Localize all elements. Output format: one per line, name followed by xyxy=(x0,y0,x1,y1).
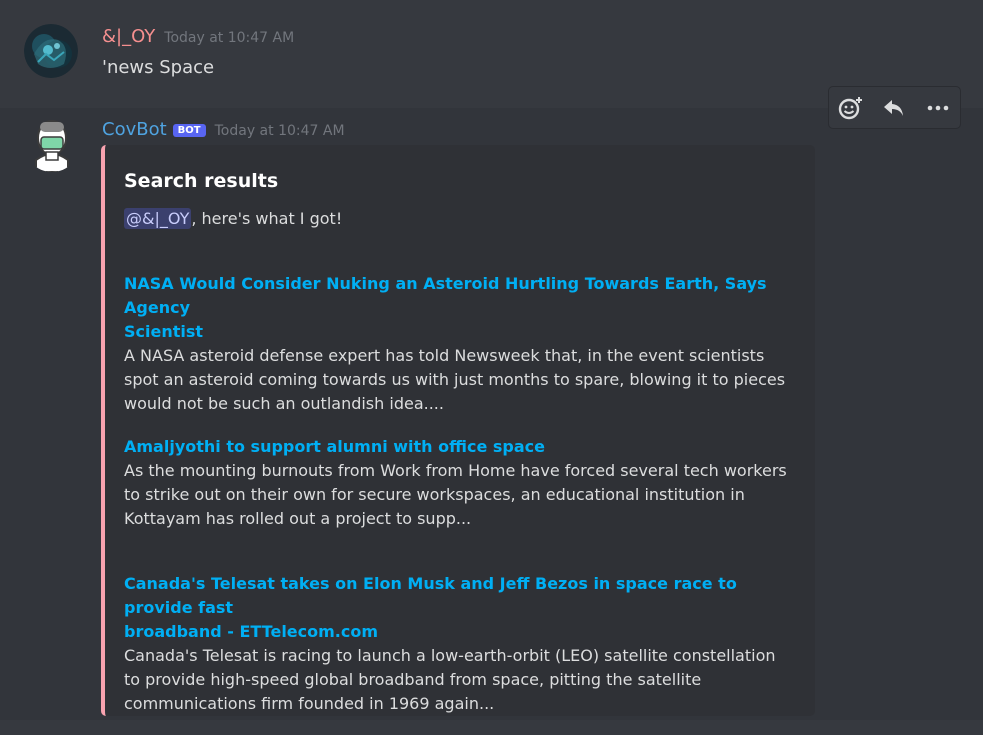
result-summary-line: communications firm founded in 1969 agai… xyxy=(124,694,495,713)
embed-title: Search results xyxy=(124,170,279,192)
result-summary-line: would not be such an outlandish idea.... xyxy=(124,394,444,413)
result-title-link[interactable]: NASA Would Consider Nuking an Asteroid H… xyxy=(124,272,804,344)
result-summary-line: spot an asteroid coming towards us with … xyxy=(124,370,786,389)
bot-username[interactable]: CovBot xyxy=(102,119,167,140)
bot-badge: BOT xyxy=(172,124,206,137)
search-result: NASA Would Consider Nuking an Asteroid H… xyxy=(124,272,804,416)
result-summary-line: Canada's Telesat is racing to launch a l… xyxy=(124,646,776,665)
result-summary: A NASA asteroid defense expert has told … xyxy=(124,344,804,416)
result-summary-line: to strike out on their own for secure wo… xyxy=(124,485,745,504)
search-result: Canada's Telesat takes on Elon Musk and … xyxy=(124,572,804,716)
chat-bottom-area xyxy=(0,720,983,735)
user-avatar[interactable] xyxy=(24,24,78,78)
timestamp: Today at 10:47 AM xyxy=(164,30,295,46)
bot-avatar[interactable] xyxy=(24,116,80,172)
embed-description: @&|_OY, here's what I got! xyxy=(124,208,343,229)
result-summary: Canada's Telesat is racing to launch a l… xyxy=(124,644,804,716)
search-result: Amaljyothi to support alumni with office… xyxy=(124,435,804,531)
result-title-line[interactable]: Scientist xyxy=(124,320,804,344)
embed-card: Search results @&|_OY, here's what I got… xyxy=(101,145,815,716)
message-actions-bar xyxy=(828,86,961,129)
user-mention[interactable]: @&|_OY xyxy=(124,208,192,229)
reply-button[interactable] xyxy=(876,92,912,124)
result-title-link[interactable]: Amaljyothi to support alumni with office… xyxy=(124,435,804,459)
more-button[interactable] xyxy=(920,92,956,124)
result-summary: As the mounting burnouts from Work from … xyxy=(124,459,804,531)
message-header: &|_OY Today at 10:47 AM xyxy=(102,26,294,47)
result-summary-line: Kottayam has rolled out a project to sup… xyxy=(124,509,472,528)
result-title-line[interactable]: broadband - ETTelecom.com xyxy=(124,620,804,644)
message-content: 'news Space xyxy=(102,57,215,78)
more-icon xyxy=(927,105,949,110)
result-title-link[interactable]: Canada's Telesat takes on Elon Musk and … xyxy=(124,572,804,644)
result-summary-line: A NASA asteroid defense expert has told … xyxy=(124,346,765,365)
add-reaction-icon xyxy=(838,96,862,119)
result-title-line[interactable]: Canada's Telesat takes on Elon Musk and … xyxy=(124,572,804,620)
add-reaction-button[interactable] xyxy=(833,92,869,124)
result-title-line[interactable]: Amaljyothi to support alumni with office… xyxy=(124,435,804,459)
result-title-line[interactable]: NASA Would Consider Nuking an Asteroid H… xyxy=(124,272,804,320)
reply-icon xyxy=(884,99,904,116)
embed-description-text: , here's what I got! xyxy=(191,209,343,228)
message-bot: CovBot BOT Today at 10:47 AM Search resu… xyxy=(0,108,983,720)
username[interactable]: &|_OY xyxy=(102,26,155,47)
message-header: CovBot BOT Today at 10:47 AM xyxy=(102,119,345,140)
timestamp: Today at 10:47 AM xyxy=(214,123,345,139)
result-summary-line: As the mounting burnouts from Work from … xyxy=(124,461,787,480)
result-summary-line: to provide high-speed global broadband f… xyxy=(124,670,702,689)
